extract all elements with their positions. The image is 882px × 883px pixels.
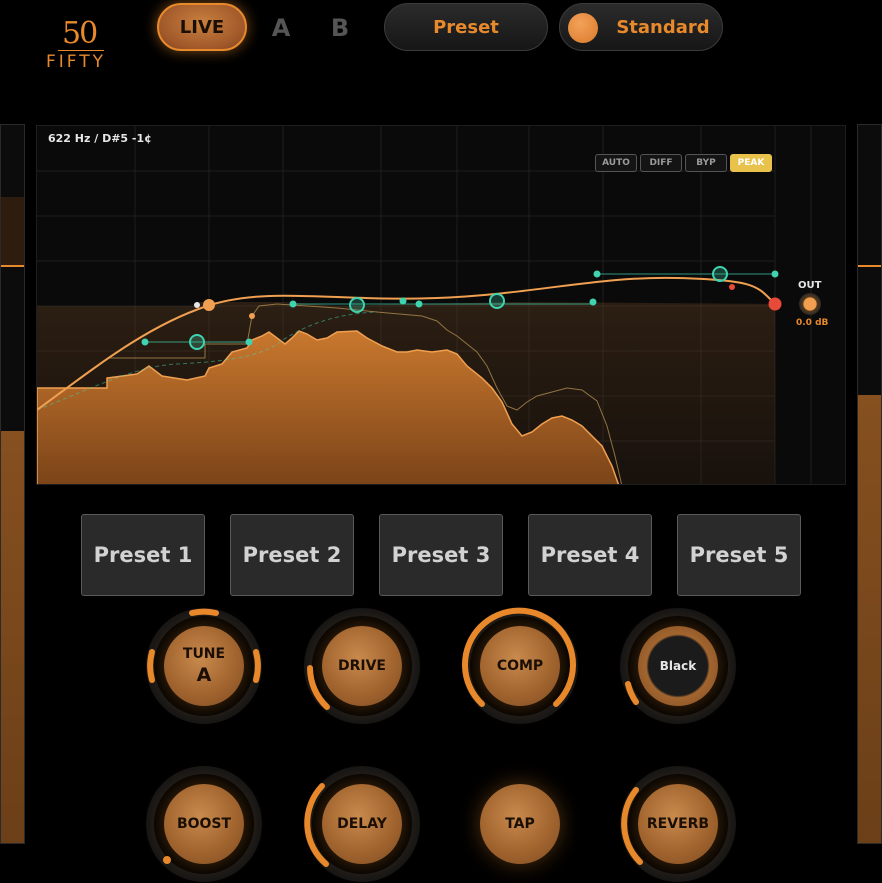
- output-meter-peak: [858, 265, 881, 267]
- auto-button[interactable]: AUTO: [595, 154, 637, 172]
- eq-output-node: [768, 297, 782, 311]
- comp-knob-label: COMP: [496, 658, 544, 674]
- bypass-button[interactable]: BYP: [685, 154, 727, 172]
- logo-divider: [58, 50, 104, 51]
- analyzer-mode-buttons: AUTO DIFF BYP PEAK: [595, 154, 772, 172]
- tune-knob-note: A: [196, 664, 212, 686]
- tune-knob[interactable]: TUNE A: [144, 606, 264, 726]
- drive-knob[interactable]: DRIVE: [302, 606, 422, 726]
- a-button[interactable]: A: [266, 10, 296, 46]
- standard-toggle-thumb: [568, 13, 598, 43]
- frequency-readout: 622 Hz / D#5 -1¢: [48, 132, 152, 145]
- preset-menu-label: Preset: [433, 16, 499, 38]
- standard-toggle-label: Standard: [616, 16, 710, 38]
- black-knob[interactable]: Black: [618, 606, 738, 726]
- reverb-knob-cap: REVERB: [638, 784, 718, 864]
- eq-node-white: [194, 302, 200, 308]
- eq-node-small: [249, 313, 255, 319]
- spectrum-analyzer[interactable]: 622 Hz / D#5 -1¢ AUTO DIFF BYP PEAK OUT …: [36, 125, 846, 485]
- preset-2-button[interactable]: Preset 2: [230, 514, 354, 596]
- b-button[interactable]: B: [325, 10, 355, 46]
- input-level-meter: [0, 124, 25, 844]
- preset-menu-button[interactable]: Preset: [384, 3, 548, 51]
- eq-node-red-small: [729, 284, 735, 290]
- output-meter-fill: [858, 395, 881, 843]
- drive-knob-cap: DRIVE: [322, 626, 402, 706]
- logo-number: 50: [62, 16, 98, 51]
- boost-knob[interactable]: BOOST: [144, 764, 264, 883]
- live-button[interactable]: LIVE: [157, 3, 247, 51]
- out-gain-knob[interactable]: [799, 293, 821, 315]
- out-label: OUT: [798, 280, 822, 291]
- reverb-knob-label: REVERB: [646, 816, 710, 832]
- black-knob-label: Black: [659, 659, 697, 673]
- drive-knob-label: DRIVE: [337, 658, 386, 674]
- delay-knob-label: DELAY: [337, 816, 387, 832]
- logo: 50 FIFTY: [44, 16, 118, 76]
- preset-3-button[interactable]: Preset 3: [379, 514, 503, 596]
- tap-button-label: TAP: [505, 816, 535, 832]
- input-meter-hold: [1, 197, 24, 265]
- comp-knob[interactable]: COMP: [460, 606, 580, 726]
- output-level-meter: [857, 124, 882, 844]
- diff-button[interactable]: DIFF: [640, 154, 682, 172]
- input-meter-fill: [1, 431, 24, 843]
- input-meter-peak: [1, 265, 24, 267]
- preset-5-button[interactable]: Preset 5: [677, 514, 801, 596]
- reverb-knob[interactable]: REVERB: [618, 764, 738, 883]
- tune-knob-label: TUNE: [182, 646, 226, 662]
- out-gain-value: 0.0 dB: [796, 318, 829, 328]
- preset-1-button[interactable]: Preset 1: [81, 514, 205, 596]
- tap-button-cap: TAP: [480, 784, 560, 864]
- black-knob-cap: Black: [638, 626, 718, 706]
- logo-word: FIFTY: [46, 52, 107, 72]
- tap-button[interactable]: TAP: [460, 764, 580, 883]
- delay-knob[interactable]: DELAY: [302, 764, 422, 883]
- standard-toggle[interactable]: Standard: [559, 3, 723, 51]
- spectrum-graph: [37, 126, 812, 484]
- peak-button[interactable]: PEAK: [730, 154, 772, 172]
- delay-knob-cap: DELAY: [322, 784, 402, 864]
- preset-4-button[interactable]: Preset 4: [528, 514, 652, 596]
- comp-knob-cap: COMP: [480, 626, 560, 706]
- eq-node-orange: [203, 299, 215, 311]
- boost-knob-label: BOOST: [176, 816, 232, 832]
- tune-knob-cap: TUNE A: [164, 626, 244, 706]
- boost-knob-cap: BOOST: [164, 784, 244, 864]
